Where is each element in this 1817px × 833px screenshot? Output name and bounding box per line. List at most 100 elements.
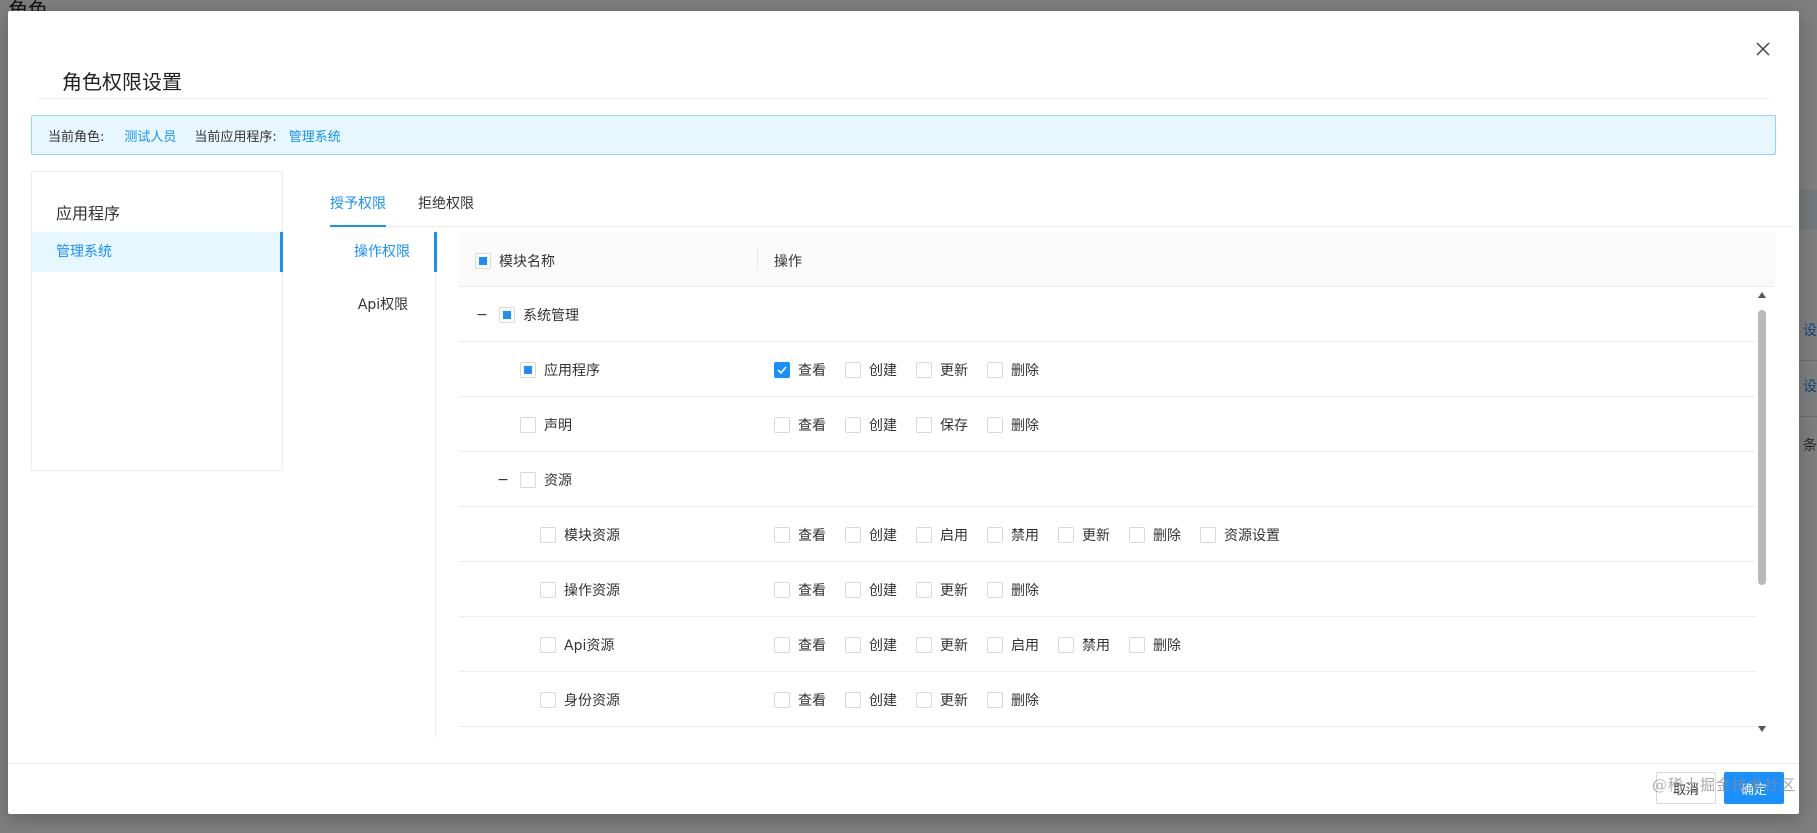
tab-grant-permission[interactable]: 授予权限 <box>330 193 386 213</box>
close-button[interactable] <box>1745 31 1781 67</box>
current-app-value: 管理系统 <box>288 129 341 145</box>
operation-checkbox[interactable] <box>916 637 932 653</box>
table-scrollbar[interactable] <box>1755 292 1769 732</box>
module-name: 应用程序 <box>544 363 600 379</box>
module-checkbox[interactable] <box>540 637 556 653</box>
header-separator <box>757 248 758 270</box>
operation-checkbox[interactable] <box>845 637 861 653</box>
vtab-label: 操作权限 <box>354 244 410 260</box>
header-divider <box>38 98 1769 99</box>
operation-option[interactable]: 资源设置 <box>1200 525 1280 545</box>
operation-option[interactable]: 创建 <box>845 635 897 655</box>
operation-checkbox[interactable] <box>845 417 861 433</box>
operation-label: 保存 <box>940 418 968 434</box>
vtab-api-permission[interactable]: Api权限 <box>330 285 436 325</box>
operation-option[interactable]: 删除 <box>987 580 1039 600</box>
operation-checkbox[interactable] <box>916 362 932 378</box>
operation-label: 禁用 <box>1082 638 1110 654</box>
operation-checkbox[interactable] <box>845 362 861 378</box>
operation-label: 查看 <box>798 638 826 654</box>
module-checkbox[interactable] <box>540 692 556 708</box>
operation-checkbox[interactable] <box>1129 527 1145 543</box>
operation-option[interactable]: 更新 <box>916 690 968 710</box>
operation-option[interactable]: 删除 <box>987 415 1039 435</box>
operation-option[interactable]: 查看 <box>774 415 826 435</box>
select-all-checkbox[interactable] <box>475 253 491 269</box>
tab-label: 授予权限 <box>330 196 386 212</box>
operation-checkbox[interactable] <box>987 527 1003 543</box>
operation-checkbox[interactable] <box>1200 527 1216 543</box>
scroll-down-arrow-icon[interactable] <box>1758 726 1766 732</box>
operation-label: 查看 <box>798 363 826 379</box>
operation-option[interactable]: 创建 <box>845 415 897 435</box>
operation-checkbox[interactable] <box>916 692 932 708</box>
operation-option[interactable]: 查看 <box>774 690 826 710</box>
collapse-icon[interactable]: − <box>475 307 489 323</box>
operation-checkbox[interactable] <box>1129 637 1145 653</box>
operation-checkbox-checked[interactable] <box>774 362 790 378</box>
operation-checkbox[interactable] <box>1058 637 1074 653</box>
module-checkbox[interactable] <box>540 582 556 598</box>
operation-option[interactable]: 禁用 <box>987 525 1039 545</box>
operation-option[interactable]: 创建 <box>845 525 897 545</box>
module-checkbox[interactable] <box>520 417 536 433</box>
operation-checkbox[interactable] <box>1058 527 1074 543</box>
current-app-label: 当前应用程序: <box>194 129 277 145</box>
operation-checkbox[interactable] <box>987 362 1003 378</box>
scroll-thumb[interactable] <box>1758 310 1766 585</box>
operation-label: 查看 <box>798 418 826 434</box>
operation-option[interactable]: 查看 <box>774 360 826 380</box>
operation-checkbox[interactable] <box>774 417 790 433</box>
module-checkbox[interactable] <box>499 307 515 323</box>
operation-option[interactable]: 创建 <box>845 360 897 380</box>
operation-option[interactable]: 查看 <box>774 525 826 545</box>
operation-checkbox[interactable] <box>987 582 1003 598</box>
scroll-up-arrow-icon[interactable] <box>1758 292 1766 298</box>
footer-divider <box>8 763 1799 764</box>
operation-option[interactable]: 删除 <box>987 690 1039 710</box>
operation-option[interactable]: 查看 <box>774 580 826 600</box>
module-name: 系统管理 <box>523 308 579 324</box>
operation-option[interactable]: 创建 <box>845 580 897 600</box>
module-checkbox[interactable] <box>520 472 536 488</box>
operation-checkbox[interactable] <box>774 582 790 598</box>
tab-deny-permission[interactable]: 拒绝权限 <box>418 193 474 213</box>
operation-checkbox[interactable] <box>845 582 861 598</box>
operation-option[interactable]: 更新 <box>1058 525 1110 545</box>
operation-checkbox[interactable] <box>987 692 1003 708</box>
module-name-cell: 身份资源 <box>540 690 620 710</box>
operation-checkbox[interactable] <box>774 692 790 708</box>
operation-checkbox[interactable] <box>987 417 1003 433</box>
operation-option[interactable]: 保存 <box>916 415 968 435</box>
operation-checkbox[interactable] <box>774 527 790 543</box>
operation-option[interactable]: 创建 <box>845 690 897 710</box>
operation-label: 创建 <box>869 418 897 434</box>
operation-label: 删除 <box>1011 583 1039 599</box>
vtab-operation-permission[interactable]: 操作权限 <box>330 232 437 272</box>
collapse-icon[interactable]: − <box>496 472 510 488</box>
module-checkbox[interactable] <box>540 527 556 543</box>
operation-option[interactable]: 禁用 <box>1058 635 1110 655</box>
operation-checkbox[interactable] <box>845 527 861 543</box>
operation-checkbox[interactable] <box>987 637 1003 653</box>
operations-cell: 查看 创建 启用 禁用 更新 删除 资源设置 <box>774 525 1299 545</box>
operation-option[interactable]: 更新 <box>916 580 968 600</box>
operation-checkbox[interactable] <box>774 637 790 653</box>
module-name-cell: Api资源 <box>540 635 614 655</box>
operation-option[interactable]: 更新 <box>916 635 968 655</box>
operations-cell: 查看 创建 更新 删除 <box>774 580 1058 600</box>
operation-option[interactable]: 更新 <box>916 360 968 380</box>
operation-option[interactable]: 启用 <box>916 525 968 545</box>
operation-option[interactable]: 删除 <box>1129 525 1181 545</box>
operation-option[interactable]: 删除 <box>1129 635 1181 655</box>
application-item-management-system[interactable]: 管理系统 <box>32 232 283 272</box>
operation-checkbox[interactable] <box>916 582 932 598</box>
operation-checkbox[interactable] <box>916 527 932 543</box>
current-role-label: 当前角色: <box>48 129 105 145</box>
operation-checkbox[interactable] <box>845 692 861 708</box>
operation-checkbox[interactable] <box>916 417 932 433</box>
operation-option[interactable]: 删除 <box>987 360 1039 380</box>
operation-option[interactable]: 启用 <box>987 635 1039 655</box>
operation-option[interactable]: 查看 <box>774 635 826 655</box>
module-checkbox[interactable] <box>520 362 536 378</box>
